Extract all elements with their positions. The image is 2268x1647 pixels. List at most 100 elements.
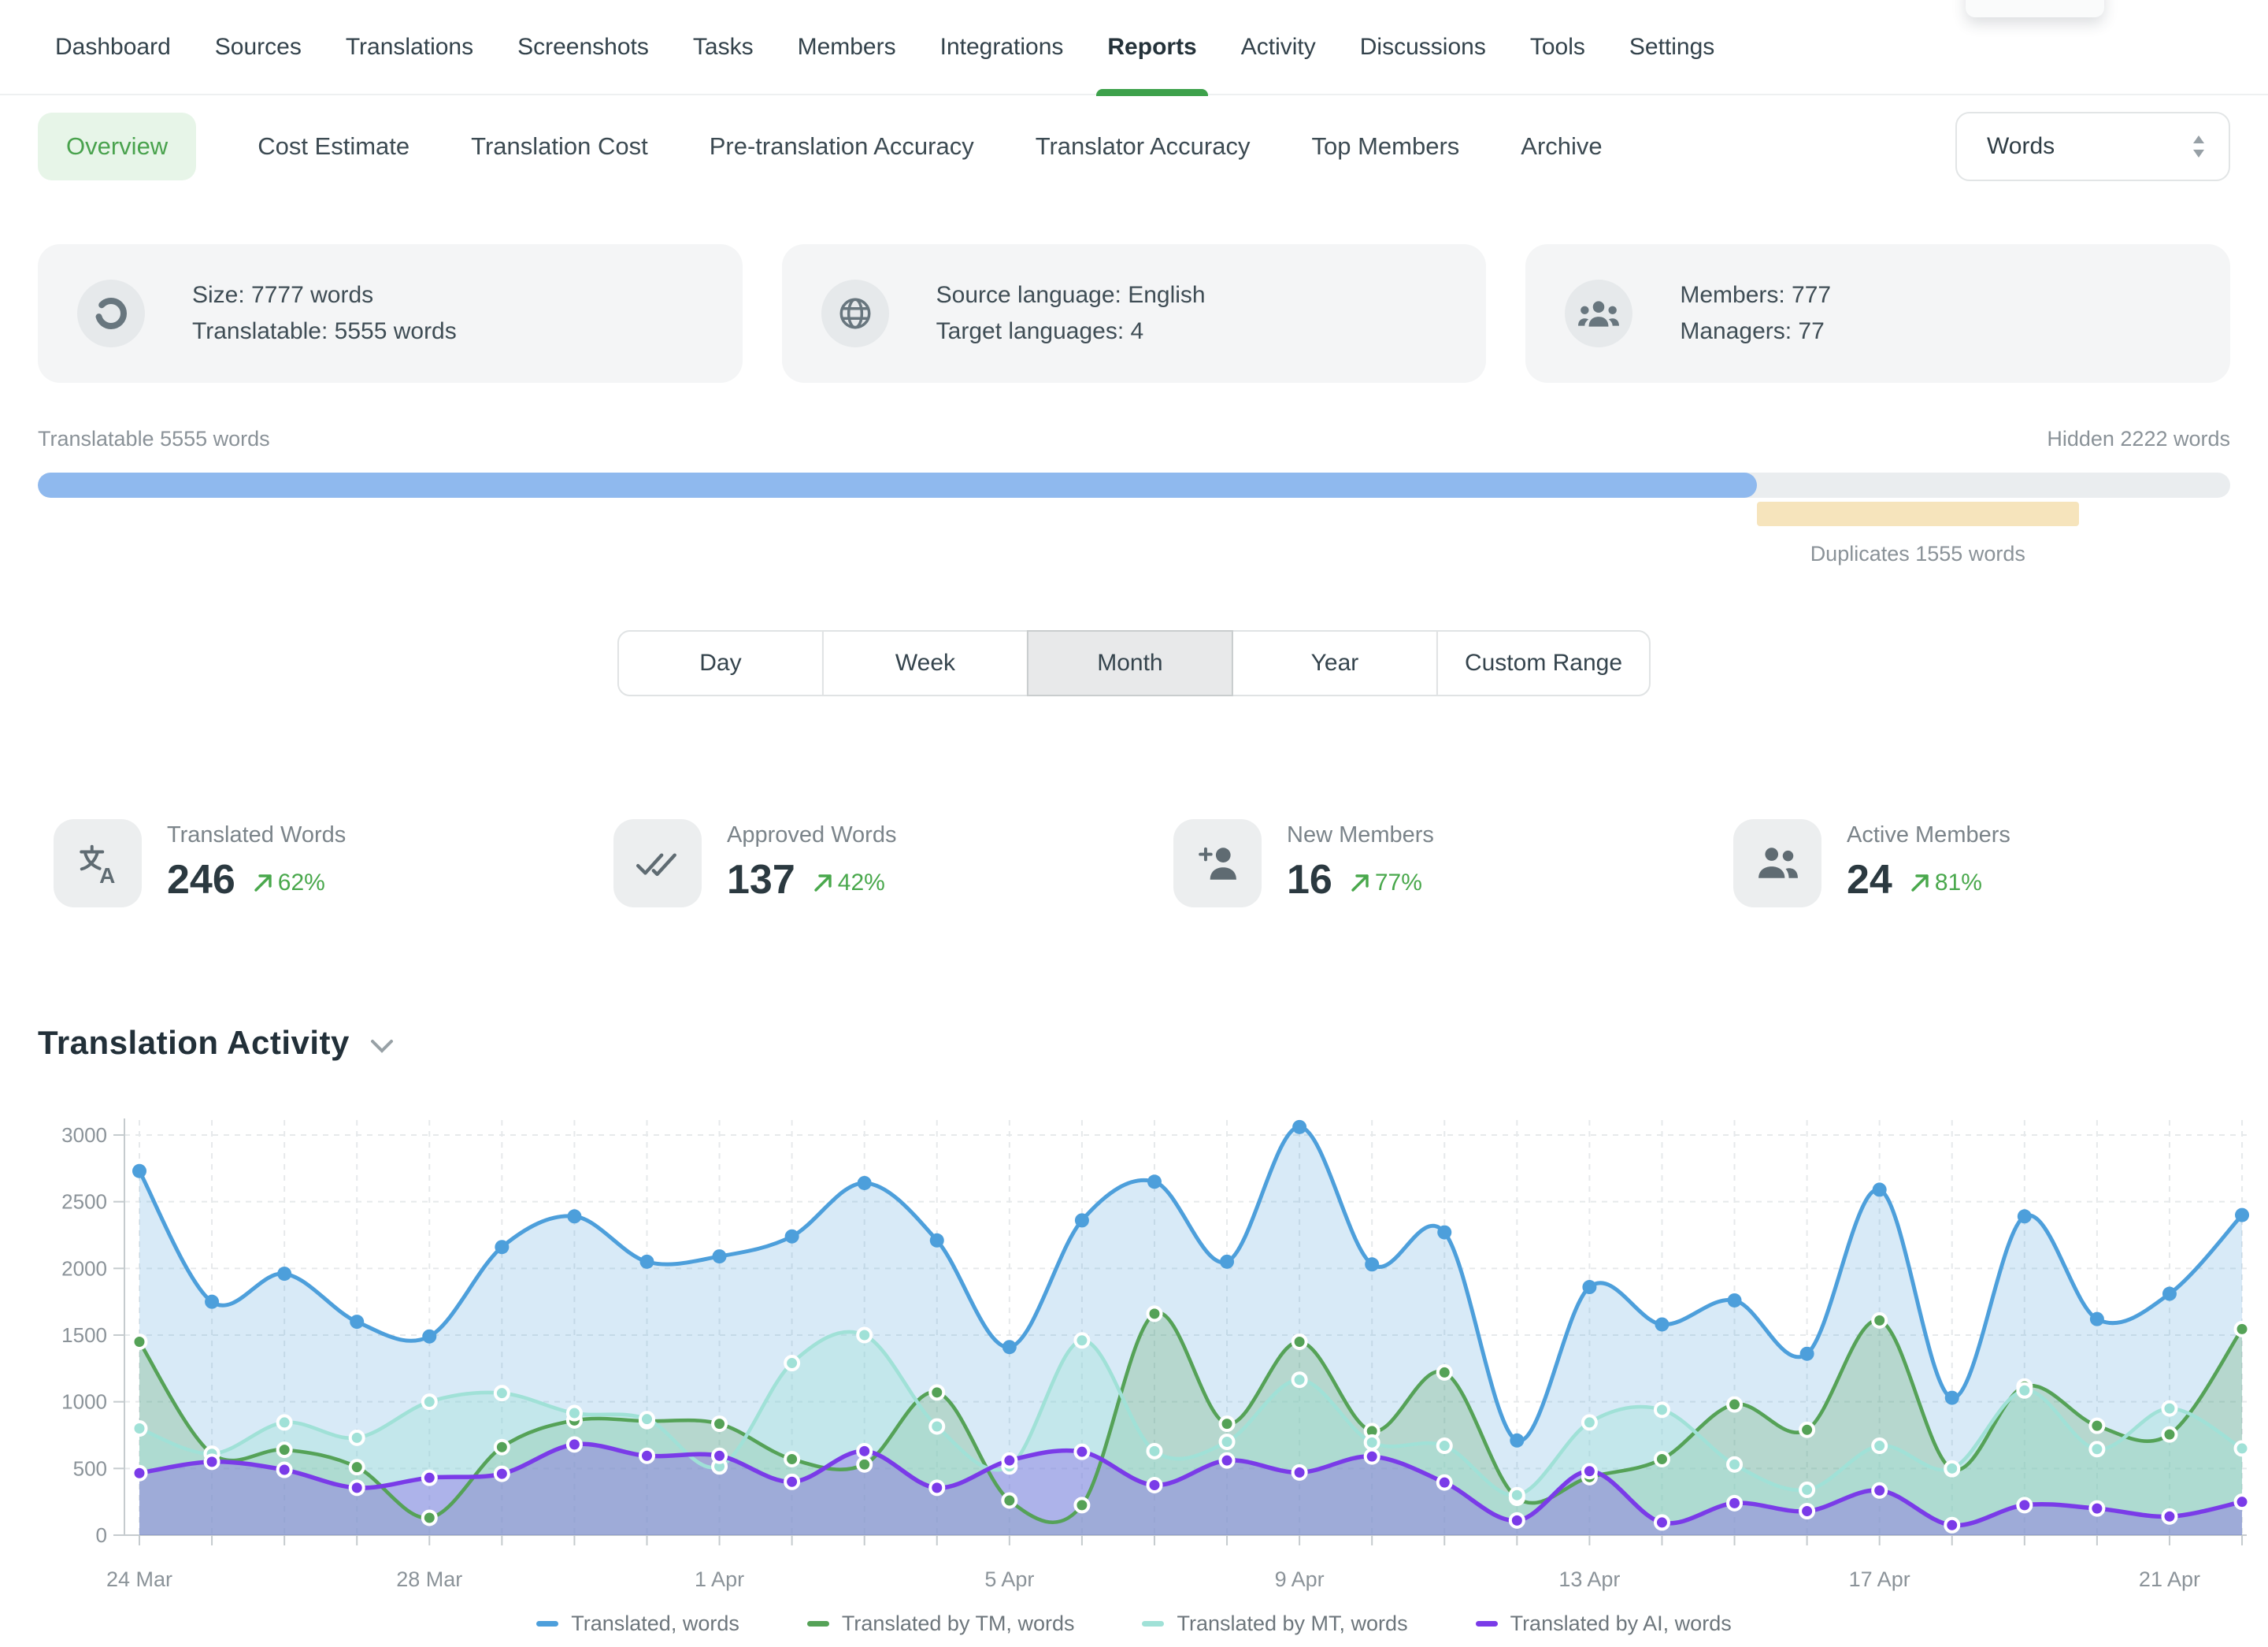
trend-up-icon: [1350, 873, 1370, 893]
svg-text:1000: 1000: [61, 1390, 107, 1414]
stat-value: 16: [1287, 856, 1332, 903]
report-tab-overview[interactable]: Overview: [38, 113, 196, 180]
range-tab-year[interactable]: Year: [1232, 630, 1438, 696]
unit-select-value: Words: [1987, 133, 2055, 160]
svg-text:5 Apr: 5 Apr: [984, 1567, 1034, 1591]
legend-item-translated-by-tm-words[interactable]: Translated by TM, words: [807, 1612, 1075, 1636]
range-tab-custom-range[interactable]: Custom Range: [1436, 630, 1651, 696]
legend-swatch-icon: [536, 1621, 558, 1627]
nav-item-sources[interactable]: Sources: [215, 0, 302, 95]
stat-delta: 81%: [1910, 870, 1982, 896]
kpi-stats-row: A Translated Words 246 62%: [54, 819, 2268, 907]
report-tab-translation-cost[interactable]: Translation Cost: [471, 132, 648, 161]
card-line-1: Size: 7777 words: [192, 277, 457, 313]
nav-item-discussions[interactable]: Discussions: [1360, 0, 1486, 95]
svg-text:9 Apr: 9 Apr: [1275, 1567, 1325, 1591]
svg-text:A: A: [99, 863, 115, 885]
translate-icon: A: [54, 819, 142, 907]
svg-text:3000: 3000: [61, 1123, 107, 1147]
nav-item-settings[interactable]: Settings: [1629, 0, 1714, 95]
summary-card-size-7777-words: Size: 7777 words Translatable: 5555 word…: [38, 244, 743, 383]
legend-swatch-icon: [807, 1621, 829, 1627]
chart-legend: Translated, words Translated by TM, words…: [0, 1612, 2268, 1636]
nav-item-members[interactable]: Members: [798, 0, 896, 95]
translatable-bar: [38, 473, 1757, 498]
trend-up-icon: [253, 873, 273, 893]
stat-delta: 62%: [253, 870, 325, 896]
duplicates-bar: [1757, 502, 2079, 526]
stat-label: New Members: [1287, 822, 1434, 848]
legend-item-translated-by-ai-words[interactable]: Translated by AI, words: [1476, 1612, 1732, 1636]
svg-text:13 Apr: 13 Apr: [1558, 1567, 1620, 1591]
report-tabs: Overview Cost Estimate Translation Cost Pre…: [38, 113, 1603, 180]
card-line-2: Translatable: 5555 words: [192, 313, 457, 350]
hidden-words-label: Hidden 2222 words: [2047, 427, 2230, 451]
legend-label: Translated by MT, words: [1177, 1612, 1407, 1636]
summary-card-source-language-english: Source language: English Target language…: [782, 244, 1487, 383]
svg-text:21 Apr: 21 Apr: [2139, 1567, 2200, 1591]
stat-value: 137: [727, 856, 795, 903]
main-nav: Dashboard Sources Translations Screenshots T…: [0, 0, 2268, 95]
section-title: Translation Activity: [38, 1024, 350, 1062]
card-line-1: Members: 777: [1680, 277, 1831, 313]
svg-text:0: 0: [96, 1523, 107, 1547]
nav-item-dashboard[interactable]: Dashboard: [55, 0, 171, 95]
nav-item-reports[interactable]: Reports: [1107, 0, 1196, 95]
stat-delta: 42%: [813, 870, 885, 896]
stat-value: 24: [1847, 856, 1892, 903]
stat-label: Approved Words: [727, 822, 896, 848]
trend-up-icon: [1910, 873, 1930, 893]
nav-item-integrations[interactable]: Integrations: [940, 0, 1064, 95]
nav-item-screenshots[interactable]: Screenshots: [517, 0, 649, 95]
legend-swatch-icon: [1142, 1621, 1164, 1627]
nav-item-activity[interactable]: Activity: [1241, 0, 1316, 95]
unit-select[interactable]: Words: [1955, 112, 2230, 181]
report-tab-archive[interactable]: Archive: [1521, 132, 1602, 161]
nav-item-tools[interactable]: Tools: [1530, 0, 1585, 95]
stat-approved-words: Approved Words 137 42%: [613, 819, 1173, 907]
range-tab-day[interactable]: Day: [617, 630, 824, 696]
range-tab-week[interactable]: Week: [822, 630, 1028, 696]
legend-item-translated-by-mt-words[interactable]: Translated by MT, words: [1142, 1612, 1407, 1636]
words-progress-track: [38, 473, 2230, 498]
person-add-icon: [1173, 819, 1262, 907]
legend-label: Translated by TM, words: [842, 1612, 1075, 1636]
reports-overview-page: Dashboard Sources Translations Screenshots T…: [0, 0, 2268, 1647]
report-tab-top-members[interactable]: Top Members: [1311, 132, 1459, 161]
date-range-tabs: DayWeekMonthYearCustom Range: [617, 630, 1651, 696]
card-line-2: Target languages: 4: [936, 313, 1206, 350]
duplicates-label: Duplicates 1555 words: [1647, 542, 2188, 566]
chevron-down-icon[interactable]: [370, 1039, 394, 1053]
select-arrows-icon: [2191, 133, 2207, 160]
svg-text:2500: 2500: [61, 1190, 107, 1214]
report-tab-pre-translation-accuracy[interactable]: Pre-translation Accuracy: [710, 132, 974, 161]
stat-label: Active Members: [1847, 822, 2010, 848]
legend-label: Translated, words: [571, 1612, 739, 1636]
stat-active-members: Active Members 24 81%: [1733, 819, 2268, 907]
globe-icon: [821, 280, 889, 347]
legend-item-translated-words[interactable]: Translated, words: [536, 1612, 739, 1636]
report-tab-translator-accuracy[interactable]: Translator Accuracy: [1036, 132, 1251, 161]
range-tab-month[interactable]: Month: [1027, 630, 1233, 696]
translatable-words-label: Translatable 5555 words: [38, 427, 270, 451]
trend-up-icon: [813, 873, 833, 893]
translation-activity-chart[interactable]: 05001000150020002500300024 Mar28 Mar1 Ap…: [0, 1103, 2268, 1611]
stat-new-members: New Members 16 77%: [1173, 819, 1733, 907]
report-tabs-bar: Overview Cost Estimate Translation Cost Pre…: [38, 110, 2230, 183]
card-line-1: Source language: English: [936, 277, 1206, 313]
svg-text:1500: 1500: [61, 1323, 107, 1347]
report-tab-cost-estimate[interactable]: Cost Estimate: [258, 132, 410, 161]
svg-text:24 Mar: 24 Mar: [106, 1567, 172, 1591]
nav-item-tasks[interactable]: Tasks: [693, 0, 754, 95]
words-breakdown-labels: Translatable 5555 words Hidden 2222 word…: [38, 427, 2230, 451]
translation-activity-header: Translation Activity: [38, 1024, 394, 1062]
stat-label: Translated Words: [167, 822, 346, 848]
nav-item-translations[interactable]: Translations: [346, 0, 473, 95]
members-icon: [1565, 280, 1632, 347]
translation-activity-chart-svg[interactable]: 05001000150020002500300024 Mar28 Mar1 Ap…: [0, 1103, 2268, 1611]
summary-card-members-777: Members: 777 Managers: 77: [1525, 244, 2230, 383]
double-check-icon: [613, 819, 702, 907]
svg-text:28 Mar: 28 Mar: [396, 1567, 462, 1591]
svg-text:17 Apr: 17 Apr: [1849, 1567, 1910, 1591]
stat-value: 246: [167, 856, 235, 903]
